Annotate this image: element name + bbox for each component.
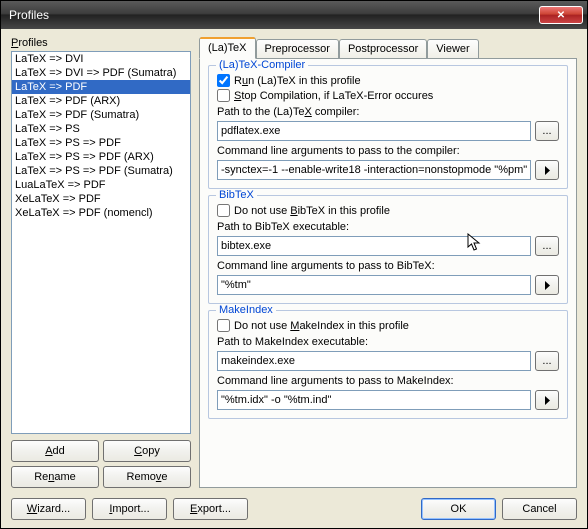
latex-args-label: Command line arguments to pass to the co… — [217, 145, 559, 157]
tab-viewer[interactable]: Viewer — [427, 39, 478, 58]
no-makeindex-checkbox-input[interactable] — [217, 319, 230, 332]
run-latex-label: Run (La)TeX in this profile — [234, 75, 361, 87]
stop-compilation-label: Stop Compilation, if LaTeX-Error occures — [234, 90, 433, 102]
profile-item[interactable]: LaTeX => PDF (Sumatra) — [12, 108, 190, 122]
bibtex-args-menu-button[interactable] — [535, 275, 559, 295]
tab-preprocessor[interactable]: Preprocessor — [256, 39, 339, 58]
no-makeindex-checkbox[interactable]: Do not use MakeIndex in this profile — [217, 319, 559, 332]
stop-compilation-checkbox[interactable]: Stop Compilation, if LaTeX-Error occures — [217, 89, 559, 102]
latex-args-input[interactable] — [217, 160, 531, 180]
tab-content-latex: (La)TeX-Compiler Run (La)TeX in this pro… — [199, 58, 577, 488]
rename-button[interactable]: Rename — [11, 466, 99, 488]
profile-item[interactable]: LaTeX => PDF — [12, 80, 190, 94]
no-makeindex-label: Do not use MakeIndex in this profile — [234, 320, 409, 332]
bibtex-path-label: Path to BibTeX executable: — [217, 221, 559, 233]
tab-postprocessor[interactable]: Postprocessor — [339, 39, 427, 58]
latex-legend: (La)TeX-Compiler — [216, 59, 308, 71]
makeindex-path-label: Path to MakeIndex executable: — [217, 336, 559, 348]
bibtex-path-input[interactable] — [217, 236, 531, 256]
window-title: Profiles — [9, 8, 539, 22]
arrow-right-icon — [544, 396, 551, 405]
profiles-label: Profiles — [11, 37, 191, 49]
latex-path-label: Path to the (La)TeX compiler: — [217, 106, 559, 118]
latex-compiler-group: (La)TeX-Compiler Run (La)TeX in this pro… — [208, 65, 568, 189]
no-bibtex-label: Do not use BibTeX in this profile — [234, 205, 390, 217]
tabstrip: (La)TeX Preprocessor Postprocessor Viewe… — [199, 37, 577, 58]
makeindex-path-input[interactable] — [217, 351, 531, 371]
cancel-button[interactable]: Cancel — [502, 498, 577, 520]
makeindex-args-menu-button[interactable] — [535, 390, 559, 410]
arrow-right-icon — [544, 281, 551, 290]
profile-item[interactable]: LaTeX => PS => PDF (ARX) — [12, 150, 190, 164]
latex-args-menu-button[interactable] — [535, 160, 559, 180]
makeindex-args-label: Command line arguments to pass to MakeIn… — [217, 375, 559, 387]
run-latex-checkbox-input[interactable] — [217, 74, 230, 87]
tab-latex[interactable]: (La)TeX — [199, 37, 256, 59]
dialog-body: Profiles LaTeX => DVILaTeX => DVI => PDF… — [1, 29, 587, 528]
bibtex-args-label: Command line arguments to pass to BibTeX… — [217, 260, 559, 272]
makeindex-path-browse-button[interactable]: ... — [535, 351, 559, 371]
makeindex-legend: MakeIndex — [216, 304, 276, 316]
arrow-right-icon — [544, 166, 551, 175]
import-button[interactable]: Import... — [92, 498, 167, 520]
profile-item[interactable]: LaTeX => PS => PDF — [12, 136, 190, 150]
bibtex-args-input[interactable] — [217, 275, 531, 295]
profile-item[interactable]: LaTeX => PS => PDF (Sumatra) — [12, 164, 190, 178]
makeindex-args-input[interactable] — [217, 390, 531, 410]
bibtex-legend: BibTeX — [216, 189, 257, 201]
close-button[interactable]: ✕ — [539, 6, 583, 24]
wizard-button[interactable]: Wizard... — [11, 498, 86, 520]
profile-item[interactable]: LaTeX => PDF (ARX) — [12, 94, 190, 108]
remove-button[interactable]: Remove — [103, 466, 191, 488]
settings-panel: (La)TeX Preprocessor Postprocessor Viewe… — [199, 37, 577, 488]
profile-item[interactable]: LaTeX => DVI => PDF (Sumatra) — [12, 66, 190, 80]
profile-item[interactable]: XeLaTeX => PDF — [12, 192, 190, 206]
latex-path-browse-button[interactable]: ... — [535, 121, 559, 141]
add-button[interactable]: Add — [11, 440, 99, 462]
profiles-list[interactable]: LaTeX => DVILaTeX => DVI => PDF (Sumatra… — [11, 51, 191, 434]
run-latex-checkbox[interactable]: Run (La)TeX in this profile — [217, 74, 559, 87]
profile-item[interactable]: LaTeX => DVI — [12, 52, 190, 66]
profiles-panel: Profiles LaTeX => DVILaTeX => DVI => PDF… — [11, 37, 191, 488]
no-bibtex-checkbox-input[interactable] — [217, 204, 230, 217]
profile-item[interactable]: XeLaTeX => PDF (nomencl) — [12, 206, 190, 220]
profile-buttons: Add Copy Rename Remove — [11, 440, 191, 488]
copy-button[interactable]: Copy — [103, 440, 191, 462]
profile-item[interactable]: LuaLaTeX => PDF — [12, 178, 190, 192]
no-bibtex-checkbox[interactable]: Do not use BibTeX in this profile — [217, 204, 559, 217]
stop-compilation-checkbox-input[interactable] — [217, 89, 230, 102]
profile-item[interactable]: LaTeX => PS — [12, 122, 190, 136]
latex-path-input[interactable] — [217, 121, 531, 141]
titlebar[interactable]: Profiles ✕ — [1, 1, 587, 29]
main-row: Profiles LaTeX => DVILaTeX => DVI => PDF… — [11, 37, 577, 488]
dialog-buttons: Wizard... Import... Export... OK Cancel — [11, 494, 577, 520]
bibtex-path-browse-button[interactable]: ... — [535, 236, 559, 256]
export-button[interactable]: Export... — [173, 498, 248, 520]
close-icon: ✕ — [557, 10, 565, 21]
bibtex-group: BibTeX Do not use BibTeX in this profile… — [208, 195, 568, 304]
ok-button[interactable]: OK — [421, 498, 496, 520]
makeindex-group: MakeIndex Do not use MakeIndex in this p… — [208, 310, 568, 419]
profiles-dialog: Profiles ✕ Profiles LaTeX => DVILaTeX =>… — [0, 0, 588, 529]
